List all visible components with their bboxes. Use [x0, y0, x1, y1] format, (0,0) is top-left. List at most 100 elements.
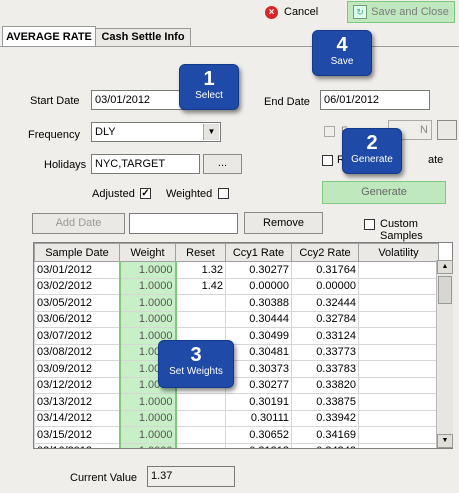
table-cell: 0.30191	[225, 393, 292, 411]
table-cell[interactable]: 1.0000	[118, 294, 177, 312]
table-cell[interactable]: 1.0000	[118, 261, 177, 279]
table-cell: 03/09/2012	[34, 360, 120, 378]
scroll-up-icon[interactable]: ▲	[437, 260, 453, 274]
table-cell: 0.00000	[291, 277, 359, 295]
table-cell	[358, 360, 439, 378]
col-volatility[interactable]: Volatility	[358, 243, 439, 262]
scroll-thumb[interactable]	[438, 276, 452, 304]
samples-table: Sample Date Weight Reset Ccy1 Rate Ccy2 …	[33, 242, 453, 449]
table-cell: 0.32444	[291, 294, 359, 312]
table-cell	[175, 310, 226, 328]
table-cell[interactable]: 1.0000	[118, 426, 177, 444]
frequency-dropdown[interactable]: DLY ▼	[91, 122, 221, 142]
table-row[interactable]: 03/07/2012 1.0000 0.30499 0.33124	[34, 327, 439, 345]
callout-number: 1	[203, 68, 215, 90]
table-row[interactable]: 03/09/2012 1.0000 0.30373 0.33783	[34, 360, 439, 378]
col-ccy2-rate[interactable]: Ccy2 Rate	[291, 243, 359, 262]
callout-number: 3	[190, 344, 202, 366]
disabled-checkbox[interactable]	[324, 126, 335, 137]
table-cell: 03/01/2012	[34, 261, 120, 279]
table-cell: 0.33773	[291, 343, 359, 361]
table-row[interactable]: 03/01/2012 1.0000 1.32 0.30277 0.31764	[34, 261, 439, 279]
col-ccy1-rate[interactable]: Ccy1 Rate	[225, 243, 292, 262]
table-scrollbar[interactable]: ▲ ▼	[436, 260, 453, 448]
col-weight[interactable]: Weight	[119, 243, 176, 262]
cancel-icon: ×	[265, 5, 278, 19]
weighted-checkbox[interactable]	[218, 188, 229, 199]
table-cell[interactable]: 1.0000	[118, 393, 177, 411]
table-row[interactable]: 03/14/2012 1.0000 0.30111 0.33942	[34, 409, 439, 427]
chevron-down-icon[interactable]: ▼	[203, 124, 219, 140]
callout-text: Select	[195, 90, 223, 101]
table-cell: 03/16/2012	[34, 442, 120, 448]
table-cell: 1.32	[175, 261, 226, 279]
table-cell: 03/13/2012	[34, 393, 120, 411]
table-cell: 0.33942	[291, 409, 359, 427]
table-row[interactable]: 03/08/2012 1.0000 0.30481 0.33773	[34, 343, 439, 361]
end-date-field[interactable]: 06/01/2012	[320, 90, 430, 110]
table-cell	[175, 393, 226, 411]
table-cell[interactable]: 1.0000	[118, 310, 177, 328]
table-cell	[358, 343, 439, 361]
holidays-field[interactable]: NYC,TARGET	[91, 154, 200, 174]
callout-set-weights: 3 Set Weights	[158, 340, 234, 388]
table-row[interactable]: 03/16/20121.0000 0.313180.34242	[34, 442, 439, 448]
callout-select: 1 Select	[179, 64, 239, 110]
callout-number: 2	[366, 132, 378, 154]
custom-samples-label: Custom Samples	[380, 218, 423, 242]
table-cell: 0.33783	[291, 360, 359, 378]
table-cell	[358, 310, 439, 328]
table-cell: 03/07/2012	[34, 327, 120, 345]
table-cell: 0.34242	[291, 442, 359, 448]
col-sample-date[interactable]: Sample Date	[34, 243, 120, 262]
table-cell: 1.42	[175, 277, 226, 295]
tab-cash-settle-info[interactable]: Cash Settle Info	[95, 28, 191, 47]
generate-button[interactable]: Generate	[322, 181, 446, 204]
table-cell: 0.30277	[225, 261, 292, 279]
table-cell[interactable]: 1.0000	[118, 277, 177, 295]
custom-rate-label-end: ate	[428, 154, 444, 166]
side-button[interactable]	[437, 120, 457, 140]
tab-average-rate[interactable]: AVERAGE RATE	[2, 26, 96, 47]
add-date-field[interactable]	[129, 213, 238, 234]
callout-save: 4 Save	[312, 30, 372, 76]
current-value-field: 1.37	[147, 466, 235, 487]
cancel-button[interactable]: × Cancel	[265, 4, 318, 20]
table-cell: 03/15/2012	[34, 426, 120, 444]
table-cell	[358, 409, 439, 427]
save-icon: ↻	[353, 5, 368, 19]
table-cell[interactable]: 1.0000	[118, 409, 177, 427]
table-cell: 0.31318	[225, 442, 292, 448]
callout-number: 4	[336, 34, 348, 56]
add-date-button[interactable]: Add Date	[32, 213, 125, 234]
holidays-picker-button[interactable]: ...	[203, 154, 242, 174]
table-cell: 03/05/2012	[34, 294, 120, 312]
table-row[interactable]: 03/06/2012 1.0000 0.30444 0.32784	[34, 310, 439, 328]
scroll-down-icon[interactable]: ▼	[437, 434, 453, 448]
table-cell[interactable]: 1.0000	[118, 442, 177, 448]
table-row[interactable]: 03/05/2012 1.0000 0.30388 0.32444	[34, 294, 439, 312]
table-row[interactable]: 03/02/2012 1.0000 1.42 0.00000 0.00000	[34, 277, 439, 295]
adjusted-label: Adjusted	[92, 188, 135, 200]
callout-text: Set Weights	[169, 366, 223, 377]
table-cell: 03/14/2012	[34, 409, 120, 427]
table-cell: 0.30111	[225, 409, 292, 427]
table-cell	[175, 294, 226, 312]
table-cell	[175, 426, 226, 444]
table-row[interactable]: 03/12/2012 1.0000 0.30277 0.33820	[34, 376, 439, 394]
table-cell: 0.31764	[291, 261, 359, 279]
col-reset[interactable]: Reset	[175, 243, 226, 262]
table-cell: 0.30373	[225, 360, 292, 378]
table-cell: 0.00000	[225, 277, 292, 295]
table-cell	[358, 327, 439, 345]
table-cell	[358, 277, 439, 295]
custom-rate-checkbox[interactable]	[322, 155, 333, 166]
adjusted-checkbox[interactable]: ✓	[140, 188, 151, 199]
custom-samples-checkbox[interactable]	[364, 219, 375, 230]
callout-text: Generate	[351, 154, 393, 165]
table-row[interactable]: 03/13/2012 1.0000 0.30191 0.33875	[34, 393, 439, 411]
save-and-close-button[interactable]: ↻ Save and Close	[347, 1, 455, 23]
table-cell	[358, 426, 439, 444]
table-row[interactable]: 03/15/2012 1.0000 0.30652 0.34169	[34, 426, 439, 444]
remove-button[interactable]: Remove	[244, 212, 323, 234]
